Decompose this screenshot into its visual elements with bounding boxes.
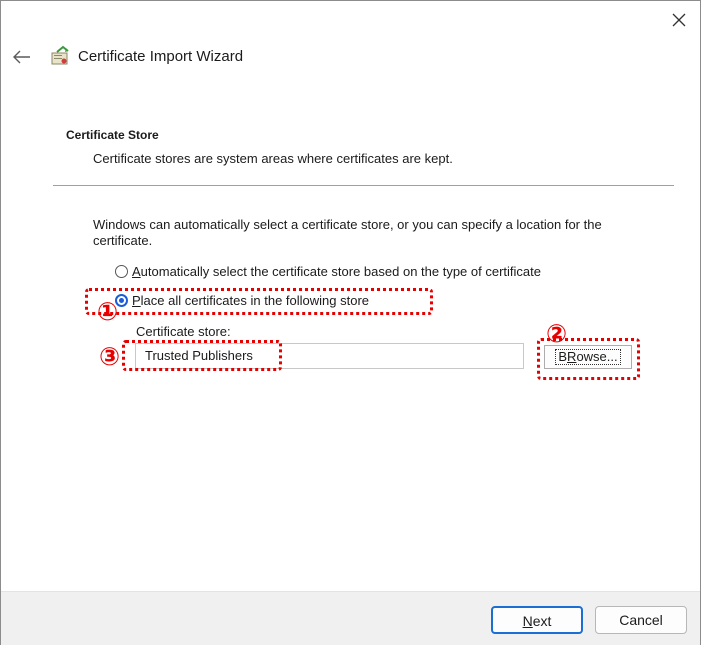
annotation-number-3: ③ [99, 342, 121, 371]
back-button[interactable] [11, 47, 33, 67]
close-button[interactable] [668, 9, 690, 31]
certificate-wizard-icon [51, 45, 69, 65]
cancel-button[interactable]: Cancel [595, 606, 687, 634]
annotation-number-2: ② [546, 319, 568, 348]
intro-text: Windows can automatically select a certi… [93, 217, 602, 248]
annotation-number-1: ① [97, 297, 119, 326]
header-divider [53, 185, 674, 186]
section-description: Certificate stores are system areas wher… [93, 151, 453, 166]
annotation-box-3 [122, 340, 282, 371]
certificate-store-label: Certificate store: [136, 324, 231, 339]
annotation-box-1 [85, 288, 433, 315]
radio-auto-select[interactable]: Automatically select the certificate sto… [115, 264, 541, 279]
window-title: Certificate Import Wizard [78, 48, 244, 65]
radio-auto-label: Automatically select the certificate sto… [132, 264, 541, 279]
close-icon [672, 13, 686, 27]
wizard-window: Certificate Import Wizard Certificate St… [0, 0, 701, 645]
section-heading: Certificate Store [66, 128, 159, 142]
button-bar: Next Cancel [1, 591, 700, 645]
next-button[interactable]: Next [491, 606, 583, 634]
radio-button-unchecked[interactable] [115, 265, 128, 278]
back-arrow-icon [13, 50, 30, 64]
